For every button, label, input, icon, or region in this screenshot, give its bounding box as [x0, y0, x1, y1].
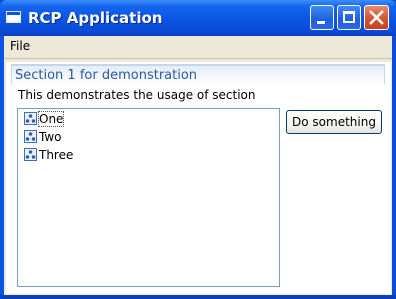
minimize-button[interactable]: [310, 5, 334, 30]
title-bar[interactable]: RCP Application: [0, 0, 396, 36]
section-header: Section 1 for demonstration: [11, 64, 385, 84]
section-panel: Section 1 for demonstration This demonst…: [11, 64, 385, 292]
close-icon: [369, 10, 384, 25]
menu-bar: File: [4, 36, 392, 58]
app-window-icon: [6, 11, 21, 23]
window-frame-right: [392, 36, 396, 299]
tree-item[interactable]: Three: [24, 148, 73, 164]
section-description: This demonstrates the usage of section: [18, 88, 256, 102]
tree-item-label: Three: [39, 148, 74, 162]
menu-separator: [4, 58, 392, 59]
maximize-icon: [343, 11, 355, 23]
tree-item[interactable]: Two: [24, 130, 62, 146]
node-icon: [24, 112, 37, 125]
application-window: RCP Application File Section 1 for demon…: [0, 0, 396, 299]
do-something-button[interactable]: Do something: [286, 110, 382, 134]
close-button[interactable]: [364, 5, 389, 30]
maximize-button[interactable]: [337, 5, 361, 30]
main-content: Section 1 for demonstration This demonst…: [6, 62, 391, 294]
menu-item-file[interactable]: File: [10, 39, 30, 53]
minimize-icon: [317, 21, 325, 24]
tree-view[interactable]: One Two Three: [17, 108, 280, 287]
node-icon: [24, 148, 37, 161]
tree-item-label: Two: [39, 130, 62, 144]
node-icon: [24, 130, 37, 143]
window-frame-bottom: [0, 295, 396, 299]
section-title: Section 1 for demonstration: [15, 68, 198, 83]
window-title: RCP Application: [28, 9, 163, 27]
tree-item[interactable]: One: [24, 111, 65, 128]
window-client-area: File Section 1 for demonstration This de…: [4, 36, 392, 295]
tree-item-label: One: [37, 111, 65, 127]
